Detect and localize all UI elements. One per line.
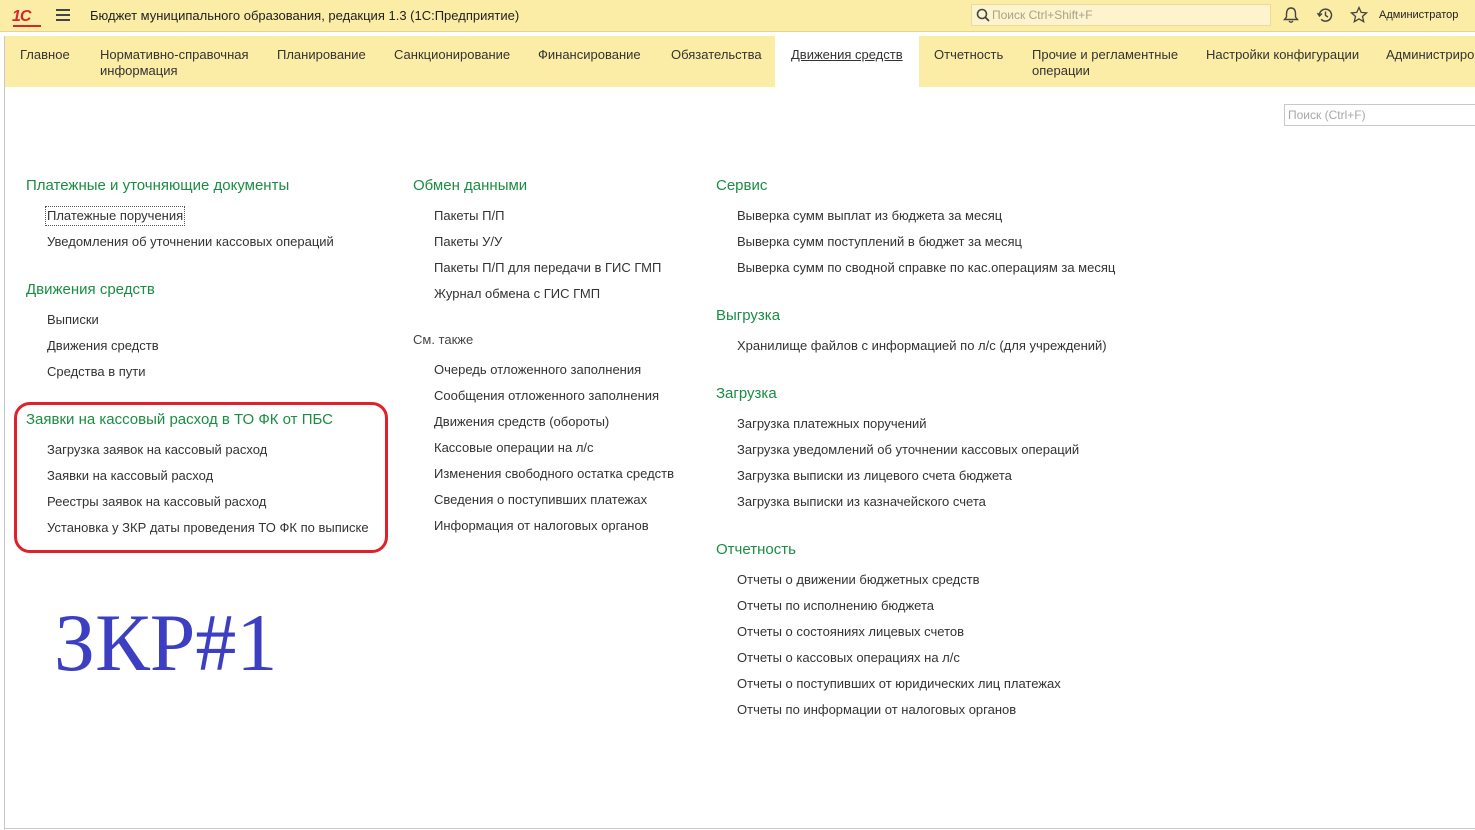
link-cash-clarification-notices[interactable]: Уведомления об уточнении кассовых операц… xyxy=(47,234,334,250)
sections-bar: Главное Нормативно-справочная информация… xyxy=(5,36,1475,87)
group-title-payment-docs: Платежные и уточняющие документы xyxy=(26,177,290,194)
history-icon[interactable] xyxy=(1316,6,1334,24)
link-file-storage[interactable]: Хранилище файлов с информацией по л/с (д… xyxy=(737,338,1107,354)
see-also-label: См. также xyxy=(413,332,474,347)
link-free-balance-changes[interactable]: Изменения свободного остатка средств xyxy=(434,466,674,482)
group-title-cash-flow: Движения средств xyxy=(26,281,155,298)
link-cash-operations-ls[interactable]: Кассовые операции на л/с xyxy=(434,440,594,456)
group-title-import: Загрузка xyxy=(716,385,777,402)
section-sanctioning[interactable]: Санкционирование xyxy=(394,36,510,87)
group-title-service: Сервис xyxy=(716,177,768,194)
bell-icon[interactable] xyxy=(1283,6,1299,24)
group-title-export: Выгрузка xyxy=(716,307,781,324)
link-load-clarification-notices[interactable]: Загрузка уведомлений об уточнении кассов… xyxy=(737,442,1079,458)
link-tax-authority-info[interactable]: Информация от налоговых органов xyxy=(434,518,649,534)
global-search[interactable] xyxy=(971,4,1271,26)
window-title: Бюджет муниципального образования, редак… xyxy=(90,8,520,23)
highlight-annotation-box xyxy=(14,402,388,553)
main-menu-icon[interactable] xyxy=(56,9,70,21)
link-reconcile-payouts[interactable]: Выверка сумм выплат из бюджета за месяц xyxy=(737,208,1002,224)
section-config-settings[interactable]: Настройки конфигурации xyxy=(1206,36,1359,87)
link-report-legal-entity-payments[interactable]: Отчеты о поступивших от юридических лиц … xyxy=(737,676,1061,692)
link-cash-movements[interactable]: Движения средств xyxy=(47,338,159,354)
link-pp-packets-gis-gmp[interactable]: Пакеты П/П для передачи в ГИС ГМП xyxy=(434,260,661,276)
app-logo: 1С xyxy=(12,8,41,27)
link-deferred-fill-messages[interactable]: Сообщения отложенного заполнения xyxy=(434,388,659,404)
section-obligations[interactable]: Обязательства xyxy=(671,36,762,87)
title-bar: 1С Бюджет муниципального образования, ре… xyxy=(0,0,1475,32)
handwritten-annotation: ЗКР#1 xyxy=(54,597,278,688)
section-reports[interactable]: Отчетность xyxy=(934,36,1003,87)
link-pp-packets[interactable]: Пакеты П/П xyxy=(434,208,504,224)
content-border xyxy=(4,36,5,830)
page-search-input[interactable] xyxy=(1288,106,1468,124)
section-financing[interactable]: Финансирование xyxy=(538,36,641,87)
link-gis-gmp-exchange-log[interactable]: Журнал обмена с ГИС ГМП xyxy=(434,286,600,302)
global-search-input[interactable] xyxy=(992,6,1262,24)
current-user[interactable]: Администратор xyxy=(1379,9,1458,21)
section-other-operations[interactable]: Прочие и регламентные операции xyxy=(1032,36,1178,87)
link-load-treasury-statement[interactable]: Загрузка выписки из казначейского счета xyxy=(737,494,986,510)
link-report-account-states[interactable]: Отчеты о состояниях лицевых счетов xyxy=(737,624,964,640)
page-search[interactable] xyxy=(1284,104,1475,126)
link-load-payment-orders[interactable]: Загрузка платежных поручений xyxy=(737,416,927,432)
link-report-budget-execution[interactable]: Отчеты по исполнению бюджета xyxy=(737,598,934,614)
link-cash-movement-turnovers[interactable]: Движения средств (обороты) xyxy=(434,414,609,430)
link-reconcile-receipts[interactable]: Выверка сумм поступлений в бюджет за мес… xyxy=(737,234,1022,250)
section-administration[interactable]: Администриров xyxy=(1386,36,1475,87)
link-report-budget-movement[interactable]: Отчеты о движении бюджетных средств xyxy=(737,572,980,588)
link-report-tax-info[interactable]: Отчеты по информации от налоговых органо… xyxy=(737,702,1016,718)
link-load-budget-statement[interactable]: Загрузка выписки из лицевого счета бюдже… xyxy=(737,468,1012,484)
link-incoming-payments-info[interactable]: Сведения о поступивших платежах xyxy=(434,492,647,508)
bottom-border xyxy=(4,828,1475,829)
section-cash-flow[interactable]: Движения средств xyxy=(775,36,919,87)
section-reference-info[interactable]: Нормативно-справочная информация xyxy=(100,36,249,87)
link-statements[interactable]: Выписки xyxy=(47,312,99,328)
search-icon xyxy=(976,8,990,22)
section-main[interactable]: Главное xyxy=(20,36,70,87)
link-payment-orders[interactable]: Платежные поручения xyxy=(44,206,186,226)
link-reconcile-summary[interactable]: Выверка сумм по сводной справке по кас.о… xyxy=(737,260,1115,276)
star-icon[interactable] xyxy=(1350,6,1368,24)
link-funds-in-transit[interactable]: Средства в пути xyxy=(47,364,145,380)
group-title-data-exchange: Обмен данными xyxy=(413,177,528,194)
link-uu-packets[interactable]: Пакеты У/У xyxy=(434,234,502,250)
section-planning[interactable]: Планирование xyxy=(277,36,366,87)
link-deferred-fill-queue[interactable]: Очередь отложенного заполнения xyxy=(434,362,641,378)
group-title-reports: Отчетность xyxy=(716,541,796,558)
link-report-cash-operations[interactable]: Отчеты о кассовых операциях на л/с xyxy=(737,650,960,666)
